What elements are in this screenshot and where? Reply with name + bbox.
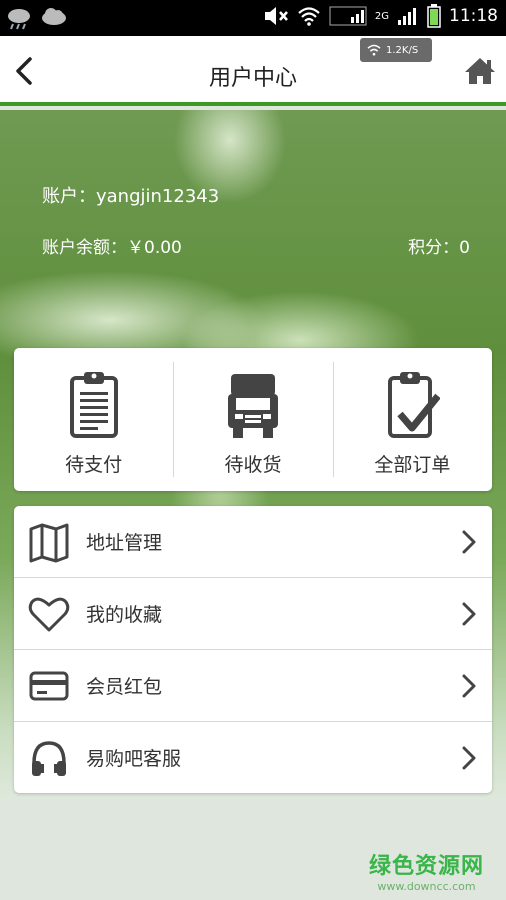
weather-cloud-icon <box>42 8 66 25</box>
orders-panel: 待支付 待收货 全部订单 <box>14 348 492 491</box>
menu-label-customer-service: 易购吧客服 <box>86 748 182 770</box>
home-icon[interactable] <box>464 56 496 86</box>
signal-4g-icon <box>329 6 367 26</box>
battery-icon <box>427 4 441 28</box>
card-icon <box>29 671 69 700</box>
heart-icon <box>28 597 70 631</box>
wifi-icon <box>298 7 320 26</box>
weather-rain-icon <box>8 9 30 30</box>
order-label-pending-delivery: 待收货 <box>224 454 282 476</box>
order-pending-delivery[interactable]: 待收货 <box>173 348 332 491</box>
chevron-right-icon <box>462 674 476 697</box>
menu-label-address: 地址管理 <box>86 532 163 554</box>
account-points: 积分：0 <box>408 238 470 258</box>
headphones-icon <box>32 740 66 776</box>
account-name: 账户：yangjin12343 <box>42 186 220 207</box>
mute-icon <box>264 7 288 25</box>
order-label-pending-payment: 待支付 <box>65 454 123 476</box>
menu-item-address[interactable]: 地址管理 <box>14 506 492 577</box>
menu-list: 地址管理 我的收藏 会员红包 易购吧客服 <box>14 506 492 793</box>
watermark: 绿色资源网 www.downcc.com <box>369 848 484 893</box>
menu-item-red-packet[interactable]: 会员红包 <box>14 649 492 721</box>
chevron-right-icon <box>462 602 476 625</box>
clipboard-check-icon <box>388 372 441 438</box>
signal-icon <box>398 8 416 25</box>
page-title: 用户中心 <box>208 66 297 91</box>
network-label: 2G <box>374 10 389 22</box>
truck-icon <box>227 374 278 438</box>
order-pending-payment[interactable]: 待支付 <box>14 348 173 491</box>
chevron-right-icon <box>462 530 476 553</box>
status-bar: 2G 11:18 <box>0 0 506 36</box>
account-balance: 账户余额：￥0.00 <box>42 238 182 258</box>
menu-item-customer-service[interactable]: 易购吧客服 <box>14 721 492 793</box>
clipboard-list-icon <box>69 372 118 438</box>
network-speed: 1.2K/S <box>386 44 419 56</box>
map-icon <box>29 523 69 562</box>
menu-label-favorites: 我的收藏 <box>86 604 163 626</box>
wifi-small-icon <box>367 44 381 56</box>
watermark-title: 绿色资源网 <box>368 854 484 879</box>
network-speed-badge: 1.2K/S <box>360 38 432 62</box>
menu-label-red-packet: 会员红包 <box>86 676 163 698</box>
menu-item-favorites[interactable]: 我的收藏 <box>14 577 492 649</box>
clock: 11:18 <box>449 6 498 26</box>
order-label-all: 全部订单 <box>374 454 451 476</box>
order-all[interactable]: 全部订单 <box>332 348 492 491</box>
header-bar: 用户中心 1.2K/S <box>0 36 506 106</box>
watermark-url: www.downcc.com <box>377 880 476 893</box>
chevron-right-icon <box>462 746 476 769</box>
